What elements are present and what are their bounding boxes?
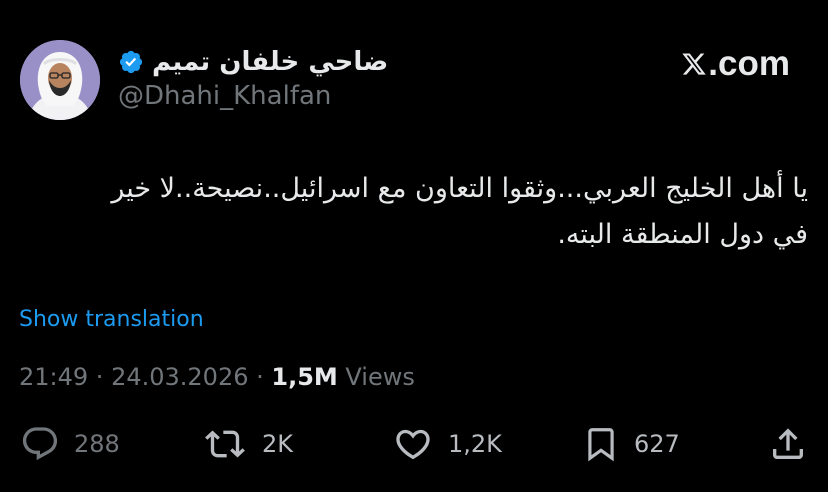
action-bar: 288 2K 1,2K 627 [0,418,828,470]
repost-button[interactable]: 2K [202,418,293,470]
bookmark-button[interactable]: 627 [582,418,680,470]
like-count: 1,2K [448,430,502,458]
reply-icon [22,427,58,461]
verified-badge-icon [118,49,144,75]
meta-separator: · [248,363,272,391]
tweet-time[interactable]: 21:49 [19,363,88,391]
bookmark-icon [588,428,614,462]
tweet-meta: 21:49 · 24.03.2026 · 1,5M Views [19,362,415,392]
reply-count: 288 [74,430,120,458]
like-button[interactable]: 1,2K [392,418,502,470]
tweet-text-line: في دول المنطقة البته. [557,219,808,250]
bookmark-count: 627 [634,430,680,458]
tweet-date[interactable]: 24.03.2026 [111,363,248,391]
brand-domain: .com [708,44,790,83]
tweet-text-line: يا أهل الخليج العربي...وثقوا التعاون مع … [111,173,808,204]
heart-icon [396,429,430,460]
author-name-row: ضاحي خلفان تميم [118,44,388,80]
share-button[interactable] [768,418,808,470]
meta-separator: · [88,363,112,391]
repost-icon [205,430,245,458]
repost-count: 2K [262,430,294,458]
avatar-image [20,40,100,120]
views-label: Views [337,363,415,391]
author-handle[interactable]: @Dhahi_Khalfan [118,80,331,112]
tweet-text: يا أهل الخليج العربي...وثقوا التعاون مع … [20,166,808,258]
brand-logo: .com [681,42,790,86]
share-icon [773,428,803,459]
views-count[interactable]: 1,5M [271,363,337,391]
avatar[interactable] [20,40,100,120]
reply-button[interactable]: 288 [20,418,120,470]
x-logo-icon [681,50,707,78]
show-translation-link[interactable]: Show translation [19,306,204,334]
author-display-name[interactable]: ضاحي خلفان تميم [152,44,388,80]
